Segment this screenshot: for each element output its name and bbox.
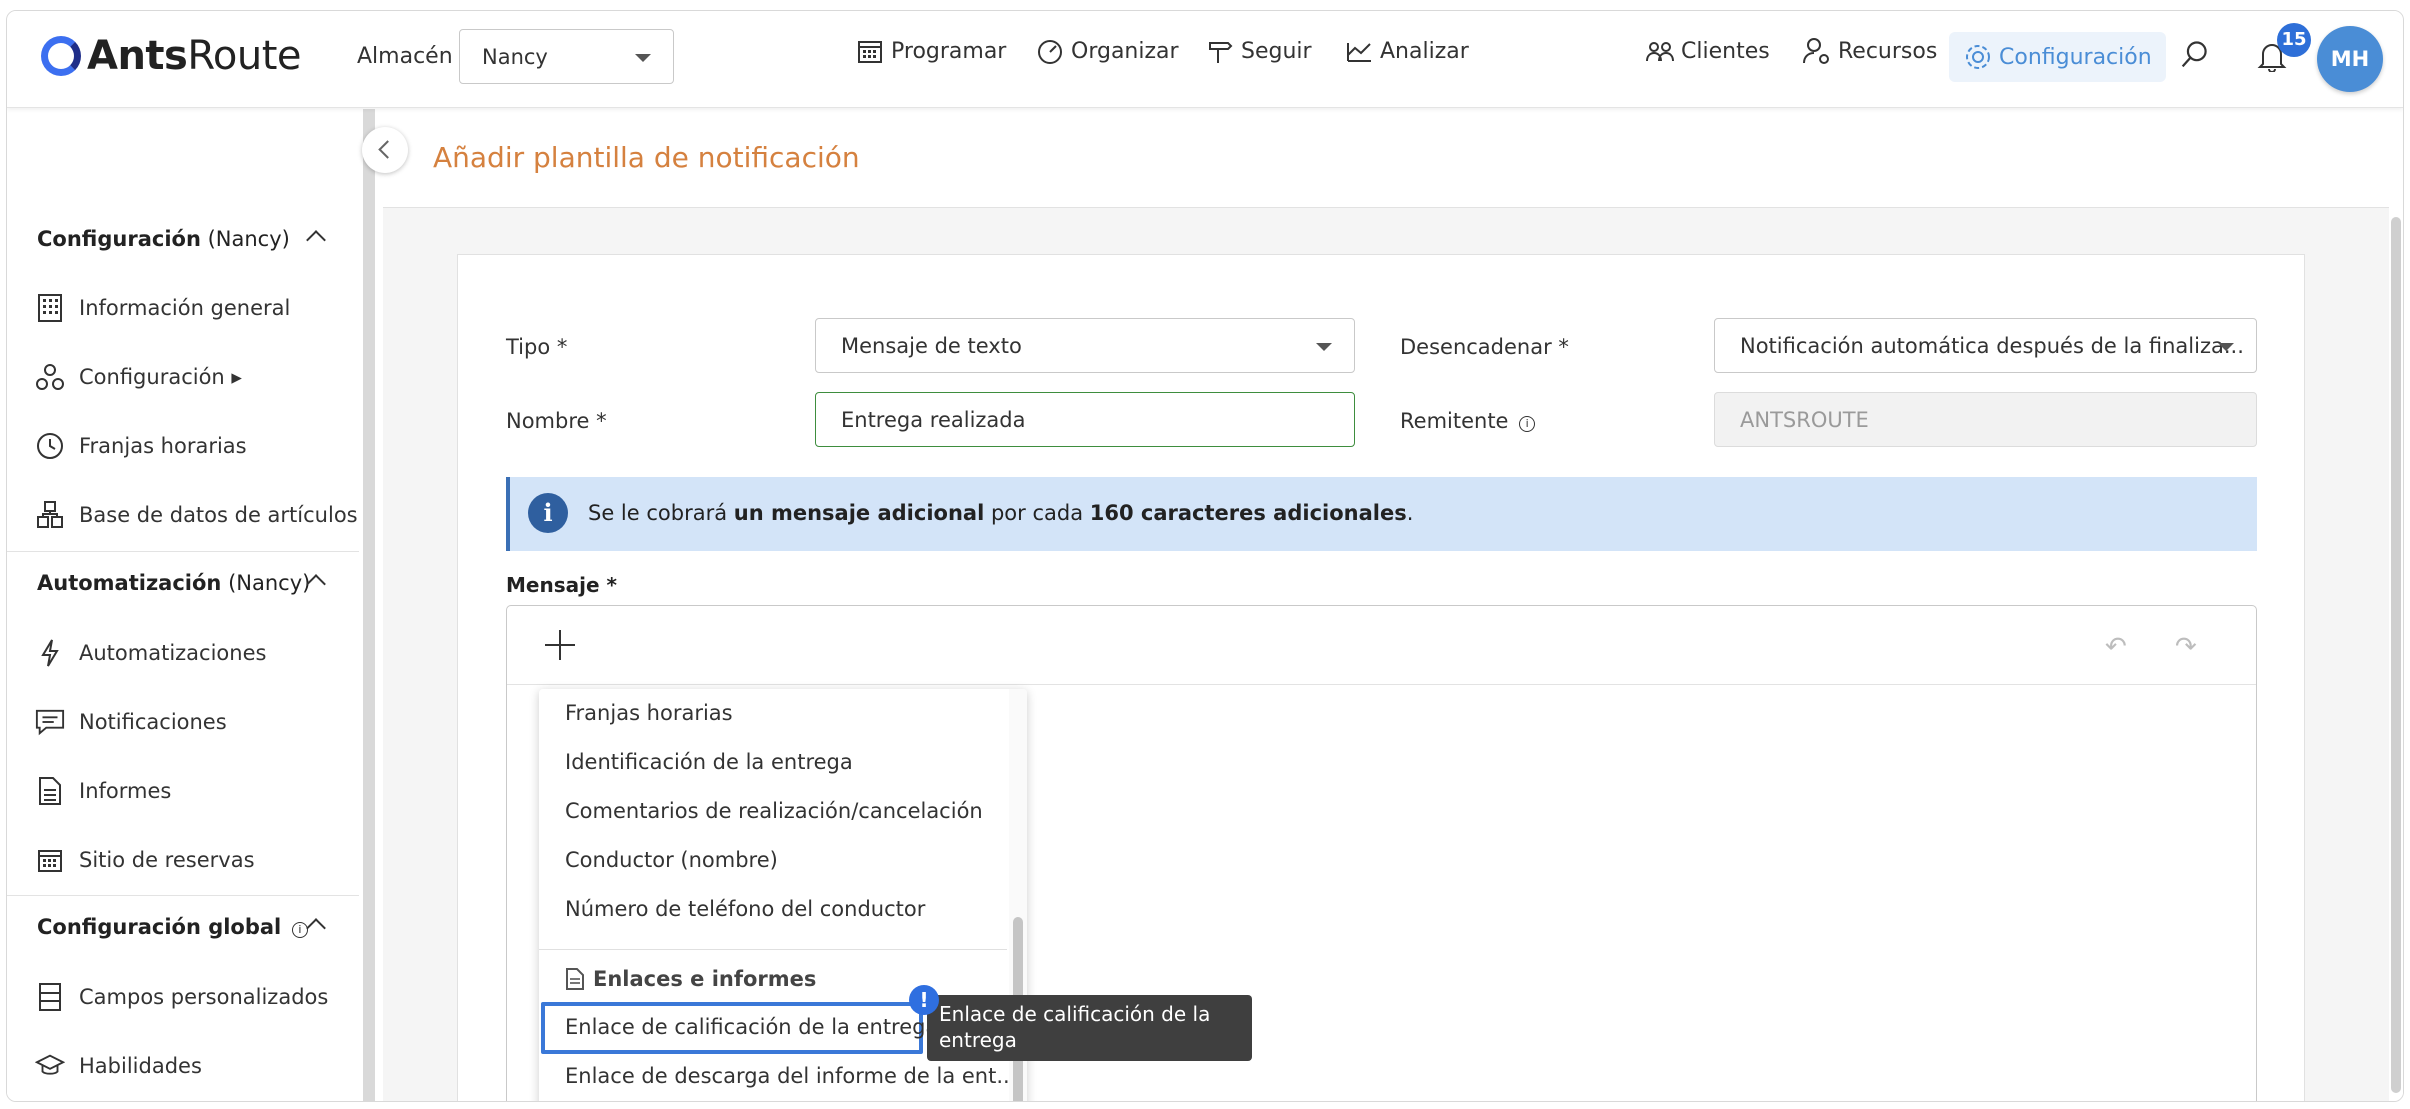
sidebar-divider bbox=[7, 551, 359, 552]
mensaje-label: Mensaje * bbox=[506, 573, 617, 597]
document-icon bbox=[35, 776, 65, 806]
calendar-icon bbox=[35, 845, 65, 875]
tipo-label: Tipo * bbox=[506, 335, 568, 359]
nav-configuracion[interactable]: Configuración bbox=[1949, 32, 2166, 82]
chart-icon bbox=[1344, 36, 1374, 66]
message-icon bbox=[35, 707, 65, 737]
speedometer-icon bbox=[1035, 36, 1065, 66]
undo-icon[interactable]: ↶ bbox=[2105, 632, 2127, 662]
info-icon: i bbox=[528, 493, 568, 533]
caret-down-icon bbox=[635, 54, 651, 62]
building-icon bbox=[35, 293, 65, 323]
sidebar-item-notificaciones[interactable]: Notificaciones bbox=[35, 707, 227, 737]
dropdown-group-enlaces: Enlaces e informes bbox=[565, 967, 816, 991]
warning-badge-icon: ! bbox=[909, 985, 939, 1015]
dropdown-item[interactable]: Conductor (nombre) bbox=[565, 848, 778, 872]
dropdown-divider bbox=[539, 949, 1007, 950]
dropdown-item[interactable]: Enlace de descarga del informe de la ent… bbox=[565, 1064, 1016, 1088]
caret-down-icon bbox=[1316, 343, 1332, 351]
sidebar-item-sitio-de-reservas[interactable]: Sitio de reservas bbox=[35, 845, 255, 875]
chevron-up-icon bbox=[306, 230, 326, 250]
chevron-left-icon bbox=[378, 140, 397, 159]
bolt-icon bbox=[35, 638, 65, 668]
sidebar-item-base-de-datos[interactable]: Base de datos de artículos bbox=[35, 500, 358, 530]
desencadenar-label: Desencadenar * bbox=[1400, 335, 1569, 359]
page-header: Añadir plantilla de notificación bbox=[383, 109, 2403, 208]
calendar-icon bbox=[855, 36, 885, 66]
sidebar-section-configuracion[interactable]: Configuración (Nancy) bbox=[37, 227, 337, 257]
gear-icon bbox=[1963, 42, 1993, 72]
page-title: Añadir plantilla de notificación bbox=[433, 141, 860, 174]
dropdown-item-selected[interactable]: Enlace de calificación de la entrega bbox=[565, 1015, 938, 1039]
logo-mark-icon bbox=[41, 36, 81, 76]
top-navbar: AntsRoute Almacén Nancy Programar Organi… bbox=[7, 11, 2403, 108]
signpost-icon bbox=[1205, 36, 1235, 66]
document-icon bbox=[565, 967, 585, 991]
remitente-label: Remitente i bbox=[1400, 409, 1536, 433]
desencadenar-select[interactable]: Notificación automática después de la fi… bbox=[1714, 318, 2257, 373]
nav-seguir[interactable]: Seguir bbox=[1205, 36, 1312, 66]
nav-organizar[interactable]: Organizar bbox=[1035, 36, 1179, 66]
dropdown-item[interactable]: Comentarios de realización/cancelación bbox=[565, 799, 983, 823]
sidebar-scrollbar[interactable] bbox=[363, 109, 375, 1101]
clock-icon bbox=[35, 431, 65, 461]
graduation-cap-icon bbox=[35, 1051, 65, 1081]
nombre-input[interactable]: Entrega realizada bbox=[815, 392, 1355, 447]
search-button[interactable] bbox=[2180, 39, 2216, 69]
insert-variable-button[interactable] bbox=[543, 628, 577, 662]
search-icon bbox=[2180, 39, 2210, 69]
boxes-icon bbox=[35, 500, 65, 530]
nav-analizar[interactable]: Analizar bbox=[1344, 36, 1469, 66]
dropdown-item[interactable]: Franjas horarias bbox=[565, 701, 733, 725]
user-gear-icon bbox=[1802, 36, 1832, 66]
dropdown-item[interactable]: Identificación de la entrega bbox=[565, 750, 853, 774]
sidebar-section-configuracion-global[interactable]: Configuración global i bbox=[37, 915, 337, 945]
info-icon: i bbox=[1519, 416, 1536, 432]
app-window: AntsRoute Almacén Nancy Programar Organi… bbox=[6, 10, 2404, 1102]
warehouse-select[interactable]: Nancy bbox=[459, 29, 674, 84]
nav-programar[interactable]: Programar bbox=[855, 36, 1006, 66]
fields-icon bbox=[35, 982, 65, 1012]
caret-down-icon bbox=[2218, 343, 2234, 351]
nav-recursos[interactable]: Recursos bbox=[1802, 36, 1937, 66]
notification-count-badge: 15 bbox=[2277, 23, 2311, 57]
chevron-up-icon bbox=[306, 918, 326, 938]
nombre-label: Nombre * bbox=[506, 409, 607, 433]
sidebar-section-automatizacion[interactable]: Automatización (Nancy) bbox=[37, 571, 337, 601]
user-avatar[interactable]: MH bbox=[2317, 26, 2383, 92]
remitente-input: ANTSROUTE bbox=[1714, 392, 2257, 447]
sidebar-item-campos-personalizados[interactable]: Campos personalizados bbox=[35, 982, 328, 1012]
dropdown-item[interactable]: Número de teléfono del conductor bbox=[565, 897, 925, 921]
editor-toolbar: ↶ ↷ bbox=[507, 606, 2256, 685]
sidebar-item-informes[interactable]: Informes bbox=[35, 776, 171, 806]
sidebar: Configuración (Nancy) Información genera… bbox=[7, 109, 359, 1101]
collapse-sidebar-button[interactable] bbox=[362, 127, 408, 173]
sidebar-divider bbox=[7, 895, 359, 896]
sidebar-item-configuracion[interactable]: Configuración ▸ bbox=[35, 362, 242, 392]
sidebar-item-habilidades[interactable]: Habilidades bbox=[35, 1051, 202, 1081]
tipo-select[interactable]: Mensaje de texto bbox=[815, 318, 1355, 373]
redo-icon[interactable]: ↷ bbox=[2175, 632, 2197, 662]
info-banner: i Se le cobrará un mensaje adicional por… bbox=[506, 477, 2257, 551]
main-scrollbar[interactable] bbox=[2389, 207, 2403, 1101]
people-icon bbox=[1645, 36, 1675, 66]
warehouse-label: Almacén bbox=[357, 44, 453, 69]
tooltip: Enlace de calificación de la entrega bbox=[927, 995, 1252, 1061]
sidebar-item-franjas-horarias[interactable]: Franjas horarias bbox=[35, 431, 247, 461]
sidebar-item-automatizaciones[interactable]: Automatizaciones bbox=[35, 638, 266, 668]
sidebar-item-informacion-general[interactable]: Información general bbox=[35, 293, 290, 323]
cogs-icon bbox=[35, 362, 65, 392]
nav-clientes[interactable]: Clientes bbox=[1645, 36, 1770, 66]
info-icon: i bbox=[291, 922, 308, 938]
antsroute-logo[interactable]: AntsRoute bbox=[41, 33, 301, 79]
